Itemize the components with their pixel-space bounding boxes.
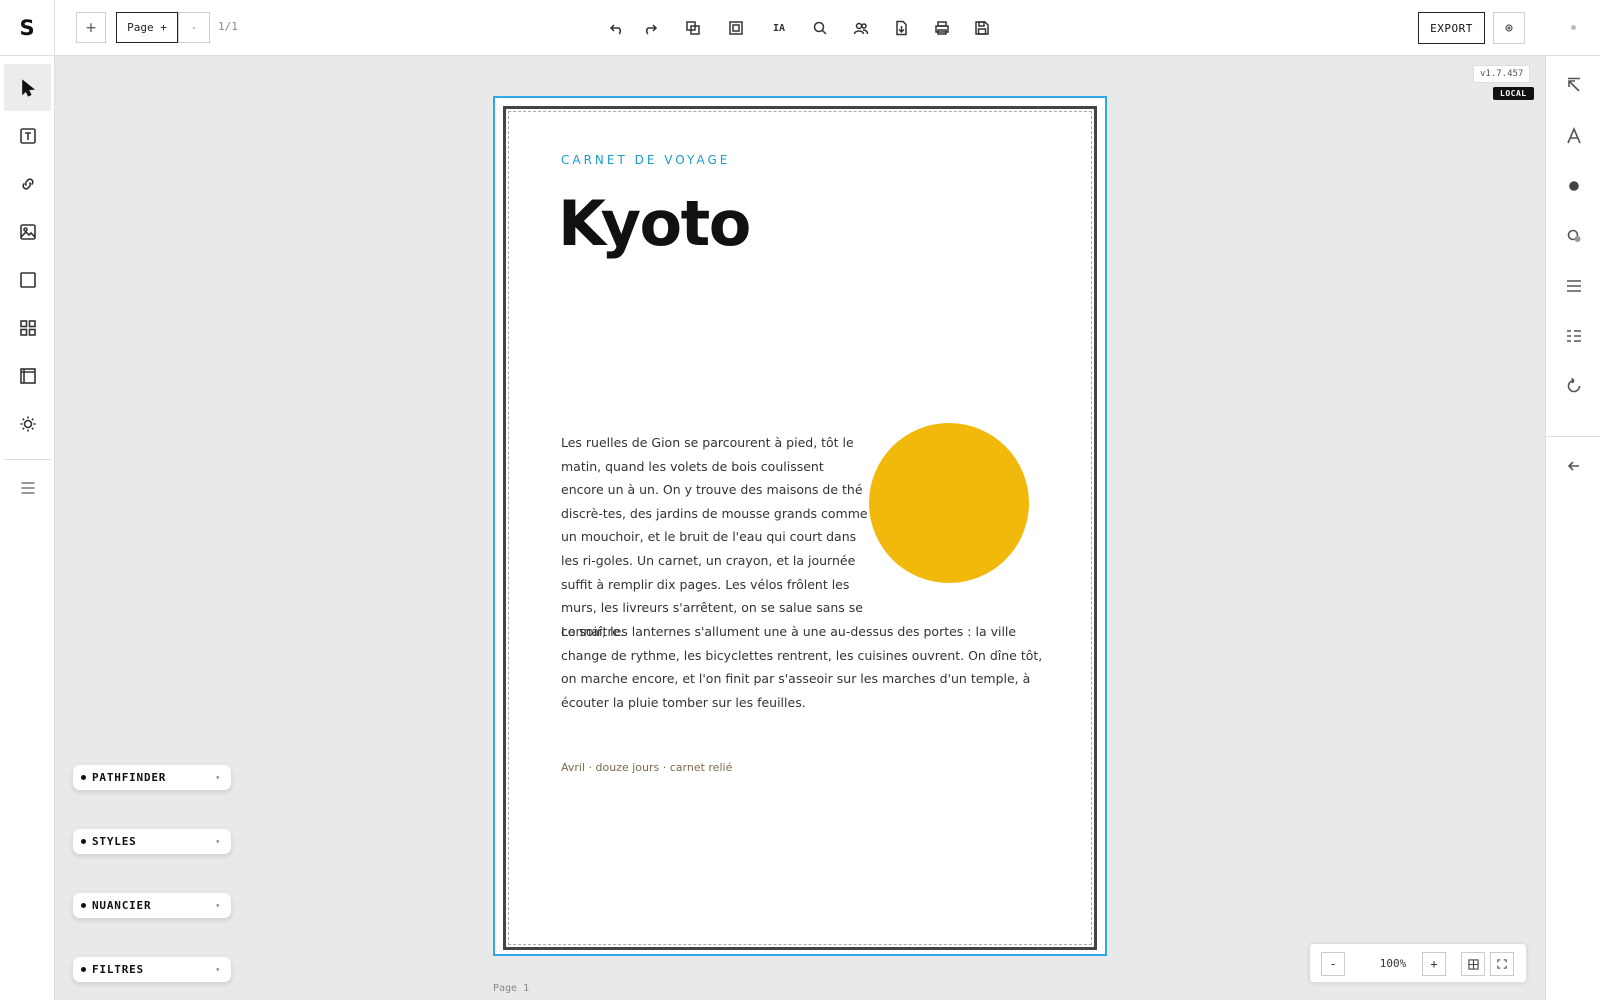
fill-dot-icon[interactable]: [1546, 166, 1600, 206]
right-rail-divider: [1546, 436, 1600, 437]
status-dot: [1571, 25, 1576, 30]
grid-icon[interactable]: [4, 304, 51, 351]
ia-label: IA: [772, 22, 786, 34]
redo-icon[interactable]: [638, 16, 662, 40]
frame-select-icon[interactable]: [724, 16, 748, 40]
settings-icon[interactable]: [1493, 12, 1525, 44]
panel-label: STYLES: [92, 835, 137, 848]
panel-styles[interactable]: STYLES ▾: [73, 829, 231, 854]
page-label: Page 1: [493, 983, 530, 994]
users-icon[interactable]: [849, 16, 873, 40]
panel-label: PATHFINDER: [92, 771, 167, 784]
typography-icon[interactable]: [1546, 116, 1600, 156]
panel-label: NUANCIER: [92, 899, 152, 912]
add-page-button[interactable]: +: [76, 12, 106, 43]
zoom-control: - 100% +: [1309, 943, 1527, 983]
panel-pathfinder[interactable]: PATHFINDER ▾: [73, 765, 231, 790]
collapse-icon[interactable]: [1546, 66, 1600, 106]
environment-badge: LOCAL: [1493, 87, 1534, 100]
panel-bullet: [81, 775, 86, 780]
panel-bullet: [81, 903, 86, 908]
rectangle-icon[interactable]: [4, 256, 51, 303]
undo-icon[interactable]: [605, 16, 629, 40]
light-icon[interactable]: [4, 400, 51, 447]
export-button[interactable]: EXPORT: [1418, 12, 1485, 44]
frame-icon[interactable]: [4, 352, 51, 399]
left-rail-divider: [4, 459, 51, 460]
back-arrow-icon[interactable]: [1546, 446, 1600, 486]
search-icon[interactable]: [808, 16, 832, 40]
page-frame[interactable]: CARNET DE VOYAGE Kyoto Les ruelles de Gi…: [503, 106, 1097, 950]
fullscreen-icon[interactable]: [1490, 952, 1514, 976]
image-icon[interactable]: [4, 208, 51, 255]
align-icon[interactable]: [1546, 266, 1600, 306]
panel-nuancier[interactable]: NUANCIER ▾: [73, 893, 231, 918]
footer-note[interactable]: Avril · douze jours · carnet relié: [561, 761, 732, 774]
zoom-in-button[interactable]: +: [1422, 952, 1446, 976]
yellow-circle-shape[interactable]: [869, 423, 1029, 583]
rotate-icon[interactable]: [1546, 366, 1600, 406]
page-selector-button[interactable]: Page +: [116, 12, 178, 43]
version-badge: v1.7.457: [1473, 65, 1531, 83]
right-property-rail: [1545, 56, 1600, 1000]
app-logo: S: [0, 0, 55, 56]
zoom-out-button[interactable]: -: [1321, 952, 1345, 976]
duplicate-icon[interactable]: [681, 16, 705, 40]
remove-page-button[interactable]: -: [178, 12, 210, 43]
link-icon[interactable]: [4, 160, 51, 207]
color-picker-icon[interactable]: [1546, 216, 1600, 256]
chevron-down-icon: ▾: [215, 965, 221, 974]
document-title[interactable]: Kyoto: [558, 187, 751, 260]
chevron-down-icon: ▾: [215, 773, 221, 782]
save-icon[interactable]: [970, 16, 994, 40]
chevron-down-icon: ▾: [215, 837, 221, 846]
body-paragraph-1[interactable]: Les ruelles de Gion se parcourent à pied…: [561, 431, 869, 643]
chevron-down-icon: ▾: [215, 901, 221, 910]
list-icon[interactable]: [1546, 316, 1600, 356]
top-toolbar: S + Page + - 1/1 IA EXPORT: [0, 0, 1600, 56]
import-icon[interactable]: [889, 16, 913, 40]
document-page[interactable]: CARNET DE VOYAGE Kyoto Les ruelles de Gi…: [493, 96, 1107, 956]
ia-icon[interactable]: IA: [767, 16, 791, 40]
page-count: 1/1: [218, 20, 238, 33]
body-paragraph-2[interactable]: Le soir, les lanternes s'allument une à …: [561, 620, 1051, 714]
zoom-level: 100%: [1379, 957, 1407, 970]
menu-icon[interactable]: [4, 464, 51, 511]
panel-label: FILTRES: [92, 963, 144, 976]
text-icon[interactable]: [4, 112, 51, 159]
panel-bullet: [81, 967, 86, 972]
fit-page-icon[interactable]: [1461, 952, 1485, 976]
select-icon[interactable]: [4, 64, 51, 111]
left-tool-rail: [0, 56, 55, 1000]
panel-bullet: [81, 839, 86, 844]
document-kicker[interactable]: CARNET DE VOYAGE: [561, 153, 730, 167]
panel-filtres[interactable]: FILTRES ▾: [73, 957, 231, 982]
print-icon[interactable]: [930, 16, 954, 40]
